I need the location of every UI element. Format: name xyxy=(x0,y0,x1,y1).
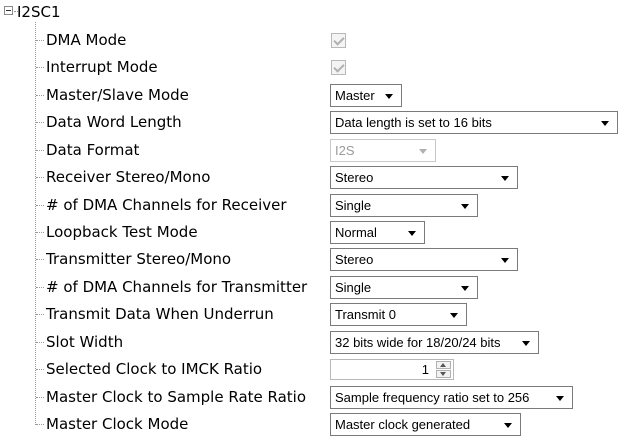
tree-connector xyxy=(36,369,44,370)
interrupt-mode-checkbox xyxy=(331,60,346,75)
tree-connector xyxy=(36,95,44,96)
property-label: Master Clock Mode xyxy=(46,415,189,433)
master-clock-sample-rate-dropdown[interactable]: Sample frequency ratio set to 256 xyxy=(330,386,573,409)
dropdown-value: Sample frequency ratio set to 256 xyxy=(335,390,530,405)
dropdown-value: Master xyxy=(335,88,375,103)
property-label: Transmit Data When Underrun xyxy=(46,305,274,323)
property-row-data-word-length: Data Word Length Data length is set to 1… xyxy=(0,109,630,136)
dropdown-arrow-icon xyxy=(461,286,469,291)
property-row-master-slave-mode: Master/Slave Mode Master xyxy=(0,82,630,109)
dropdown-value: 32 bits wide for 18/20/24 bits xyxy=(335,335,501,350)
property-row-dma-channels-receiver: # of DMA Channels for Receiver Single xyxy=(0,192,630,219)
dropdown-arrow-icon xyxy=(501,258,509,263)
property-label: # of DMA Channels for Receiver xyxy=(46,196,287,214)
dropdown-value: Single xyxy=(335,280,372,295)
master-clock-mode-dropdown[interactable]: Master clock generated xyxy=(330,413,521,436)
dropdown-value: Transmit 0 xyxy=(335,307,396,322)
property-row-loopback-test-mode: Loopback Test Mode Normal xyxy=(0,219,630,246)
dropdown-value: Stereo xyxy=(335,170,374,185)
dropdown-arrow-icon xyxy=(522,341,530,346)
tree-connector xyxy=(36,150,44,151)
collapse-icon[interactable] xyxy=(4,6,13,15)
property-row-clock-imck-ratio: Selected Clock to IMCK Ratio 1 xyxy=(0,356,630,383)
property-label: Master/Slave Mode xyxy=(46,86,189,104)
dropdown-arrow-icon xyxy=(601,121,609,126)
property-label: Master Clock to Sample Rate Ratio xyxy=(46,388,307,406)
transmitter-stereo-mono-dropdown[interactable]: Stereo xyxy=(330,248,518,271)
tree-connector xyxy=(36,287,44,288)
property-label: Transmitter Stereo/Mono xyxy=(46,250,232,268)
tree-connector xyxy=(36,122,44,123)
property-row-slot-width: Slot Width 32 bits wide for 18/20/24 bit… xyxy=(0,329,630,356)
property-label: Data Format xyxy=(46,141,140,159)
dma-channels-receiver-dropdown[interactable]: Single xyxy=(330,194,478,217)
dropdown-arrow-icon xyxy=(408,231,416,236)
spin-down-icon[interactable] xyxy=(436,370,451,378)
tree-connector xyxy=(36,397,44,398)
property-row-interrupt-mode: Interrupt Mode xyxy=(0,54,630,81)
property-row-master-clock-sample-rate: Master Clock to Sample Rate Ratio Sample… xyxy=(0,384,630,411)
loopback-test-mode-dropdown[interactable]: Normal xyxy=(330,221,425,244)
dropdown-arrow-icon xyxy=(461,204,469,209)
tree-connector xyxy=(36,177,44,178)
dropdown-arrow-icon xyxy=(501,176,509,181)
master-slave-mode-dropdown[interactable]: Master xyxy=(330,84,402,107)
transmit-data-underrun-dropdown[interactable]: Transmit 0 xyxy=(330,303,467,326)
tree-connector xyxy=(36,205,44,206)
property-label: # of DMA Channels for Transmitter xyxy=(46,278,308,296)
tree-connector xyxy=(36,314,44,315)
dropdown-value: Single xyxy=(335,198,372,213)
dropdown-value: I2S xyxy=(335,143,355,158)
property-row-master-clock-mode: Master Clock Mode Master clock generated xyxy=(0,411,630,438)
tree-root-label: I2SC1 xyxy=(17,3,61,21)
property-row-transmit-data-underrun: Transmit Data When Underrun Transmit 0 xyxy=(0,301,630,328)
property-row-data-format: Data Format I2S xyxy=(0,137,630,164)
dropdown-arrow-icon xyxy=(385,94,393,99)
property-row-receiver-stereo-mono: Receiver Stereo/Mono Stereo xyxy=(0,164,630,191)
dma-mode-checkbox xyxy=(331,33,346,48)
dropdown-value: Data length is set to 16 bits xyxy=(335,115,492,130)
slot-width-dropdown[interactable]: 32 bits wide for 18/20/24 bits xyxy=(330,331,539,354)
property-label: Interrupt Mode xyxy=(46,58,158,76)
dropdown-arrow-icon xyxy=(419,149,427,154)
tree-connector xyxy=(36,232,44,233)
spinner-buttons xyxy=(436,361,451,378)
dropdown-arrow-icon xyxy=(450,313,458,318)
property-row-dma-mode: DMA Mode xyxy=(0,27,630,54)
tree-connector xyxy=(36,259,44,260)
dropdown-value: Normal xyxy=(335,225,377,240)
spin-up-icon[interactable] xyxy=(436,361,451,369)
data-format-dropdown: I2S xyxy=(330,139,436,162)
dma-channels-transmitter-dropdown[interactable]: Single xyxy=(330,276,478,299)
tree-connector xyxy=(36,67,44,68)
tree-connector xyxy=(36,40,44,41)
tree-connector xyxy=(36,342,44,343)
receiver-stereo-mono-dropdown[interactable]: Stereo xyxy=(330,166,518,189)
property-label: Data Word Length xyxy=(46,113,182,131)
property-label: Receiver Stereo/Mono xyxy=(46,168,211,186)
clock-imck-ratio-spinner[interactable]: 1 xyxy=(330,359,454,380)
property-label: Loopback Test Mode xyxy=(46,223,198,241)
spinner-value: 1 xyxy=(421,362,429,377)
property-label: DMA Mode xyxy=(46,31,127,49)
dropdown-arrow-icon xyxy=(556,396,564,401)
dropdown-value: Master clock generated xyxy=(335,417,471,432)
dropdown-arrow-icon xyxy=(504,423,512,428)
property-label: Slot Width xyxy=(46,333,124,351)
tree-connector xyxy=(36,424,44,425)
property-row-dma-channels-transmitter: # of DMA Channels for Transmitter Single xyxy=(0,274,630,301)
property-label: Selected Clock to IMCK Ratio xyxy=(46,360,263,378)
property-row-transmitter-stereo-mono: Transmitter Stereo/Mono Stereo xyxy=(0,246,630,273)
data-word-length-dropdown[interactable]: Data length is set to 16 bits xyxy=(330,111,618,134)
dropdown-value: Stereo xyxy=(335,252,374,267)
